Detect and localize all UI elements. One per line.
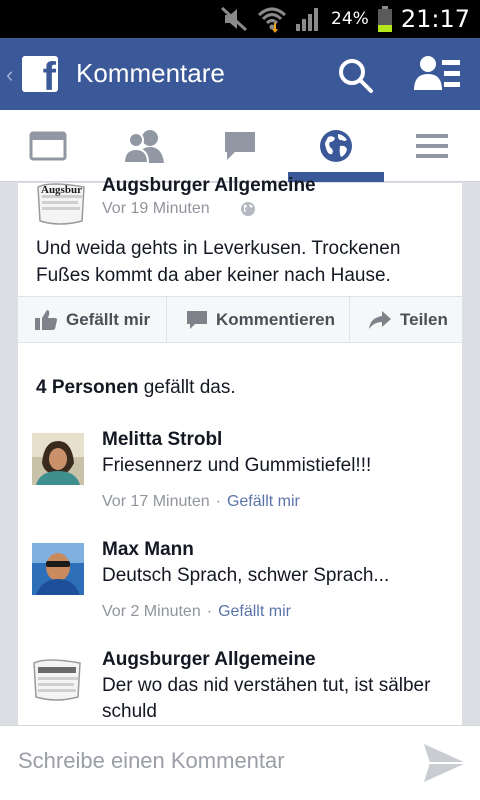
commenter-name[interactable]: Augsburger Allgemeine [102, 649, 316, 671]
friends-list-button[interactable] [414, 54, 462, 94]
comment-like-link[interactable]: Gefällt mir [227, 493, 300, 510]
comment-button[interactable]: Kommentieren [186, 297, 335, 343]
post-author[interactable]: Augsburger Allgemeine [102, 175, 316, 197]
person-list-icon [414, 56, 460, 90]
commenter-name[interactable]: Melitta Strobl [102, 429, 222, 451]
app-bar: ‹ f Kommentare [0, 38, 480, 110]
page-avatar[interactable]: Augsbur [36, 181, 86, 225]
signal-icon [296, 8, 319, 31]
comment-text: Deutsch Sprach, schwer Sprach... [102, 565, 390, 586]
comments-section: 4 Personen gefällt das. Melitta Strobl F… [18, 343, 462, 725]
comment-composer [0, 725, 480, 800]
commenter-avatar[interactable] [32, 543, 84, 595]
like-button[interactable]: Gefällt mir [34, 297, 150, 343]
comment-input[interactable] [18, 748, 398, 774]
hamburger-menu-icon [416, 134, 448, 158]
thumbs-up-icon [35, 310, 57, 330]
meta-dot: · [215, 493, 221, 510]
tab-news-feed[interactable] [0, 110, 96, 182]
comment-text: Der wo das nid verstähen tut, ist sälber… [102, 675, 431, 722]
comment-meta: Vor 2 Minuten · Gefällt mir [102, 603, 291, 621]
battery-icon [377, 6, 392, 32]
send-icon [424, 744, 466, 782]
profile-photo-icon [32, 543, 84, 595]
wifi-icon [258, 7, 287, 33]
newspaper-logo-icon: Augsbur [37, 183, 85, 225]
globe-icon [320, 130, 352, 162]
tab-bar [0, 110, 480, 182]
comment-timestamp: Vor 17 Minuten [102, 493, 210, 510]
commenter-avatar[interactable] [32, 657, 84, 705]
comment-button-label: Kommentieren [216, 310, 336, 329]
newspaper-logo-icon [33, 659, 81, 701]
clock: 21:17 [400, 5, 470, 33]
public-globe-icon [241, 202, 255, 216]
facebook-logo[interactable]: f [22, 56, 58, 92]
share-button-label: Teilen [400, 310, 448, 329]
page-title: Kommentare [76, 58, 225, 88]
status-bar: 24% 21:17 [0, 0, 480, 38]
post-timestamp[interactable]: Vor 19 Minuten [102, 200, 210, 218]
search-button[interactable] [336, 56, 376, 96]
action-divider [166, 297, 167, 343]
meta-dot: · [206, 603, 213, 620]
profile-photo-icon [32, 433, 84, 485]
tab-more[interactable] [384, 110, 480, 182]
post-action-bar: Gefällt mir Kommentieren Teilen [18, 296, 462, 343]
comment-icon [187, 311, 207, 329]
battery-percent: 24% [331, 9, 369, 29]
search-icon [339, 59, 373, 93]
send-button[interactable] [420, 740, 468, 786]
likes-summary[interactable]: 4 Personen gefällt das. [36, 377, 236, 399]
back-chevron-icon[interactable]: ‹ [6, 62, 13, 88]
share-arrow-icon [369, 311, 391, 329]
comment-meta: Vor 17 Minuten · Gefällt mir [102, 493, 300, 511]
avatar-wordmark: Augsbur [41, 184, 82, 196]
likes-suffix: gefällt das. [138, 377, 236, 398]
facebook-logo-letter: f [42, 56, 56, 92]
like-button-label: Gefällt mir [66, 310, 151, 329]
share-button[interactable]: Teilen [368, 297, 448, 343]
likes-count: 4 Personen [36, 377, 139, 398]
comment-text: Friesennerz und Gummistiefel!!! [102, 455, 372, 476]
status-icons: 24% 21:17 [219, 0, 470, 38]
tab-friend-requests[interactable] [96, 110, 192, 182]
commenter-name[interactable]: Max Mann [102, 539, 194, 561]
news-feed-icon [29, 131, 67, 161]
action-divider [349, 297, 350, 343]
post-text: Und weida gehts in Leverkusen. Trockenen… [36, 238, 401, 286]
chat-bubble-icon [225, 132, 255, 160]
tab-messages[interactable] [192, 110, 288, 182]
friends-icon [122, 130, 164, 163]
mute-icon [221, 6, 248, 32]
comment-timestamp: Vor 2 Minuten [102, 603, 201, 620]
commenter-avatar[interactable] [32, 433, 84, 485]
comment-like-link[interactable]: Gefällt mir [218, 603, 291, 620]
